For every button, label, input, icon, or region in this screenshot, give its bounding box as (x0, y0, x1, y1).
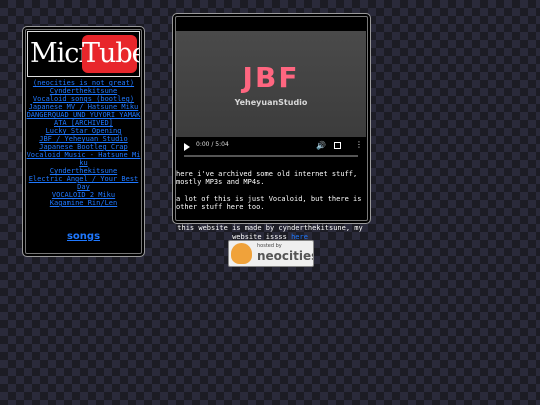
neocities-name: neocities (257, 249, 314, 263)
sidebar-link[interactable]: Electric Angel / Your Best Day (25, 175, 142, 191)
description-paragraph: a lot of this is just Vocaloid, but ther… (176, 195, 362, 211)
video-progress-bar[interactable] (184, 155, 358, 157)
volume-icon[interactable]: 🔊 (316, 141, 326, 150)
video-player[interactable]: JBF YeheyuanStudio 0:00 / 5:04 🔊 ⋮ (176, 31, 366, 166)
logo-micro-text: Micro (30, 38, 107, 69)
songs-link[interactable]: songs (23, 231, 144, 242)
description: here i've archived some old internet stu… (176, 170, 366, 220)
fullscreen-icon[interactable] (334, 142, 341, 149)
video-title-text: JBF (176, 61, 366, 94)
description-paragraph: here i've archived some old internet stu… (176, 170, 358, 186)
sidebar-link-list: (neocities is not great) Cynderthekitsun… (25, 79, 142, 207)
video-controls: 0:00 / 5:04 🔊 ⋮ (176, 137, 366, 166)
logo-tube-text: Tube (82, 35, 139, 73)
sidebar-link[interactable]: Lucky Star Opening (25, 127, 142, 135)
sidebar-panel: Micro Tube (neocities is not great) Cynd… (22, 26, 145, 257)
sidebar-link[interactable]: Japanese MV / Hatsune Miku (25, 103, 142, 111)
sidebar-link[interactable]: JBF / Yeheyuan Studio (25, 135, 142, 143)
play-icon[interactable] (184, 143, 190, 151)
sidebar-link[interactable]: Kagamine Rin/Len (25, 199, 142, 207)
microtube-logo[interactable]: Micro Tube (27, 31, 140, 77)
video-title-highlight: F (278, 61, 300, 94)
neocities-cat-icon (231, 243, 252, 264)
sidebar-link[interactable]: VOCALOID 2 Miku (25, 191, 142, 199)
video-title-prefix: JB (242, 61, 279, 94)
footer-text: this website is made by cynderthekitsune… (177, 224, 363, 241)
video-frame[interactable]: JBF YeheyuanStudio (176, 31, 366, 137)
video-time: 0:00 / 5:04 (196, 141, 229, 148)
sidebar-link[interactable]: DANGERQUAD UND YUYORI YAMAKATA [ARCHIVED… (25, 111, 142, 127)
sidebar-link[interactable]: Vocaloid Music - Hatsune Miku (25, 151, 142, 167)
sidebar-link[interactable]: Cynderthekitsune (25, 87, 142, 95)
video-subtitle: YeheyuanStudio (234, 98, 308, 107)
sidebar-link[interactable]: Japanese Bootleg Crap (25, 143, 142, 151)
sidebar-link[interactable]: Cynderthekitsune (25, 167, 142, 175)
sidebar-link[interactable]: (neocities is not great) (25, 79, 142, 87)
more-icon[interactable]: ⋮ (355, 140, 363, 149)
neocities-badge[interactable]: hosted by neocities (228, 240, 314, 267)
sidebar-link[interactable]: Vocaloid songs (bootleg) (25, 95, 142, 103)
main-panel: JBF YeheyuanStudio 0:00 / 5:04 🔊 ⋮ here … (172, 13, 371, 224)
